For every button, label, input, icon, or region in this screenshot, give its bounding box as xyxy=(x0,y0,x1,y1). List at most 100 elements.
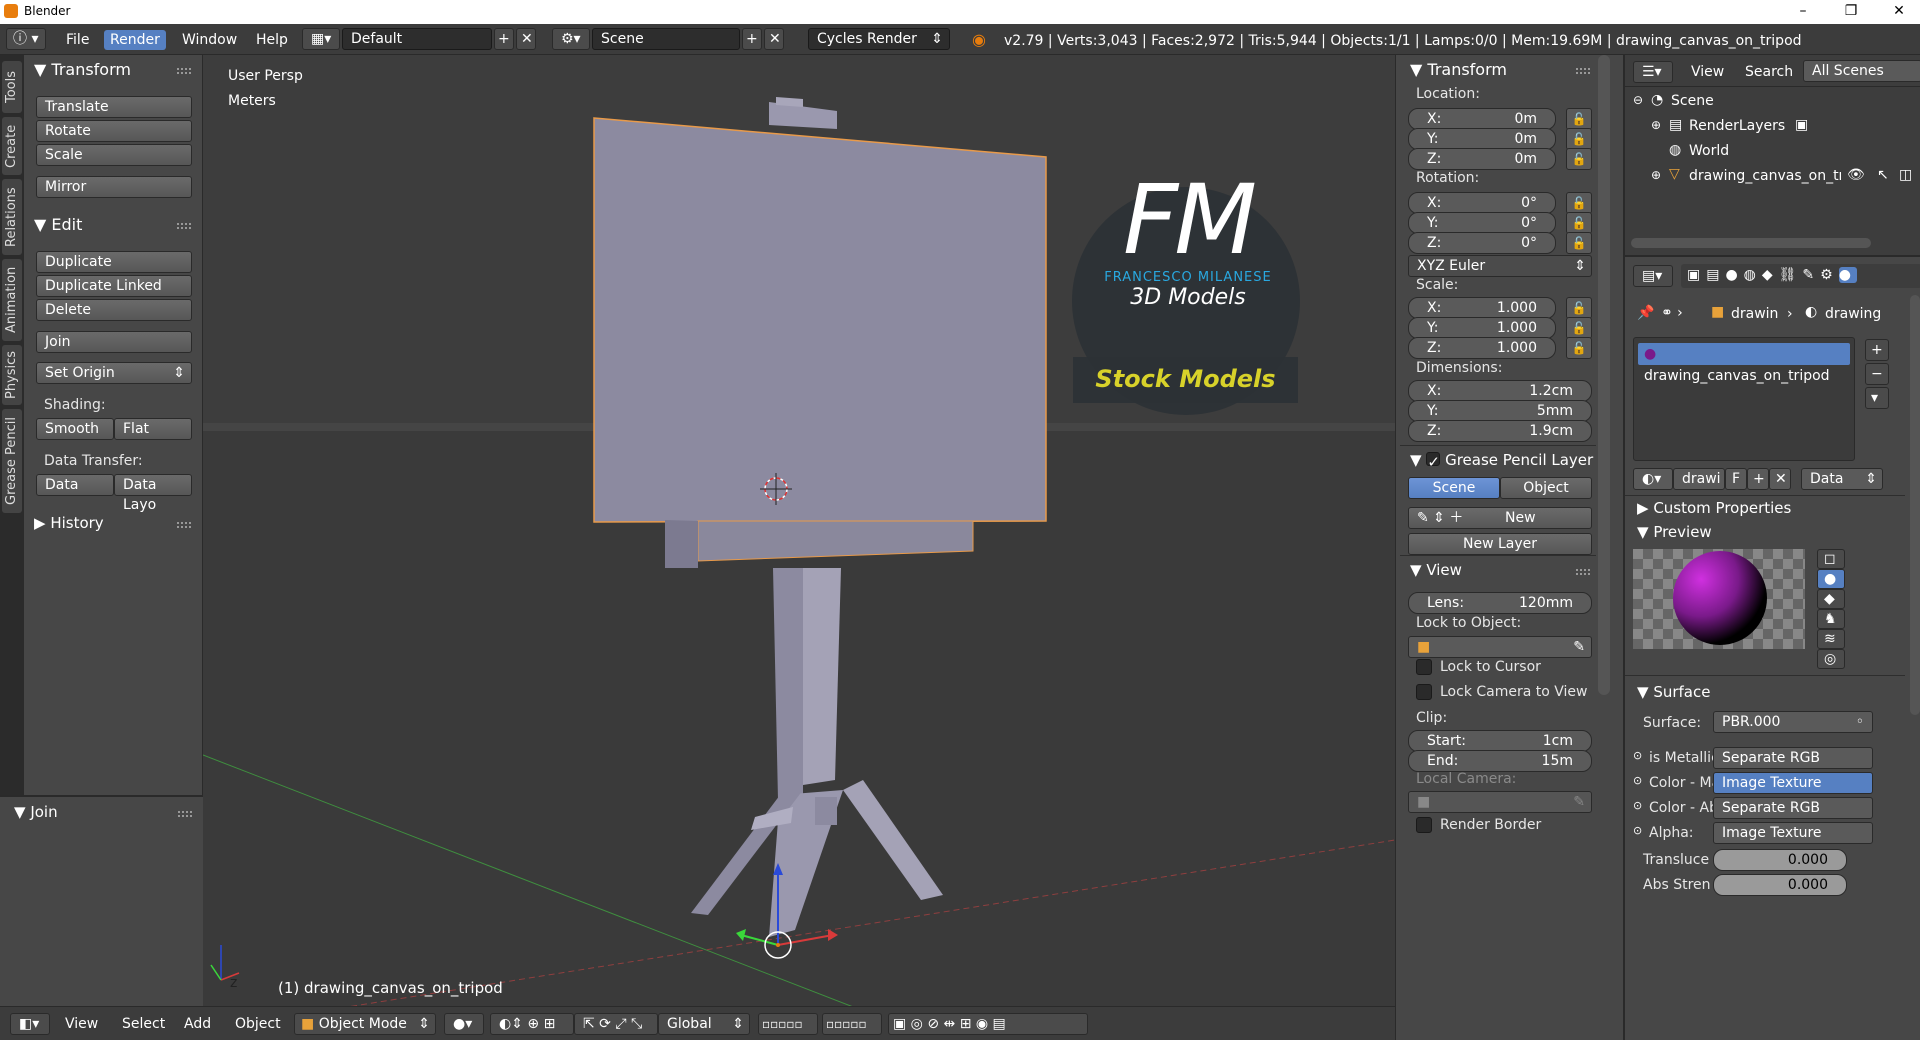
properties-scrollbar[interactable] xyxy=(1910,295,1920,715)
editor-type-info-icon[interactable]: ⓘ ▾ xyxy=(6,28,46,50)
lock-icon[interactable]: 🔓 xyxy=(1566,317,1592,339)
outliner-item-renderlayers[interactable]: RenderLayers xyxy=(1689,118,1785,134)
minimize-button[interactable]: – xyxy=(1780,0,1826,24)
breadcrumb-material[interactable]: drawing xyxy=(1825,306,1881,322)
lens-field[interactable]: Lens: 120mm xyxy=(1408,592,1592,614)
menu-view[interactable]: View xyxy=(65,1016,98,1032)
add-slot-button[interactable]: + xyxy=(1865,339,1889,361)
outliner-view-menu[interactable]: View xyxy=(1691,64,1724,80)
scale-x-field[interactable]: X: 1.000 xyxy=(1408,297,1556,319)
layers-grid-2[interactable]: ▫▫▫▫▫ xyxy=(822,1013,882,1035)
gp-new-layer-button[interactable]: New Layer xyxy=(1408,533,1592,555)
gp-new-button[interactable]: ✎ ⇕ ＋ New xyxy=(1408,507,1592,529)
drag-grip-icon[interactable] xyxy=(177,223,191,229)
layout-selector[interactable]: Default xyxy=(342,28,492,50)
breadcrumb-object[interactable]: drawin xyxy=(1731,306,1778,322)
layout-grid-icon[interactable]: ▦▾ xyxy=(302,28,340,50)
dimension-y-field[interactable]: Y: 5mm xyxy=(1408,400,1592,422)
menu-object[interactable]: Object xyxy=(235,1016,281,1032)
preview-header[interactable]: ▼ Preview xyxy=(1637,523,1712,541)
gp-scene-tab[interactable]: Scene xyxy=(1408,477,1500,499)
rotation-z-field[interactable]: Z: 0° xyxy=(1408,232,1556,254)
renderlayer-toggle-icon[interactable]: ▣ xyxy=(1795,117,1808,133)
lock-icon[interactable]: 🔓 xyxy=(1566,337,1592,359)
surface-header[interactable]: ▼ Surface xyxy=(1637,683,1710,701)
scale-z-field[interactable]: Z: 1.000 xyxy=(1408,337,1556,359)
close-button[interactable]: ✕ xyxy=(1876,0,1920,24)
orientation-select[interactable]: Global ⇕ xyxy=(658,1013,750,1035)
expand-icon[interactable]: ⊕ xyxy=(1651,118,1661,132)
cursor-select-icon[interactable]: ↖ xyxy=(1877,167,1889,183)
expand-icon[interactable]: ⊖ xyxy=(1633,93,1643,107)
viewport-shading-icon[interactable]: ●▾ xyxy=(444,1013,484,1035)
maximize-button[interactable]: ❐ xyxy=(1828,0,1874,24)
remove-slot-button[interactable]: − xyxy=(1865,363,1889,385)
drag-grip-icon[interactable] xyxy=(1576,68,1590,74)
set-origin-select[interactable]: Set Origin ⇕ xyxy=(36,362,192,384)
input-metallic-select[interactable]: Separate RGB xyxy=(1713,747,1873,769)
menu-render[interactable]: Render xyxy=(104,30,166,50)
pin-icon[interactable]: 📌 xyxy=(1637,305,1654,321)
properties-editor-icon[interactable]: ▤▾ xyxy=(1633,265,1673,287)
outliner-item-object[interactable]: drawing_canvas_on_tri xyxy=(1689,168,1841,184)
tab-create[interactable]: Create xyxy=(2,117,22,175)
transform-header[interactable]: ▼ Transform xyxy=(1410,60,1507,79)
material-name-field[interactable]: drawi xyxy=(1673,468,1725,490)
lock-icon[interactable]: 🔓 xyxy=(1566,148,1592,170)
location-y-field[interactable]: Y: 0m xyxy=(1408,128,1556,150)
sidebar-scrollbar[interactable] xyxy=(1598,55,1610,695)
transform-panel-header[interactable]: ▼ Transform xyxy=(34,60,131,79)
material-slots-list[interactable]: ● drawing_canvas_on_tripod xyxy=(1633,337,1855,461)
preview-monkey-icon[interactable]: ♞ xyxy=(1817,609,1845,629)
new-material-button[interactable]: + xyxy=(1747,468,1769,490)
rotation-y-field[interactable]: Y: 0° xyxy=(1408,212,1556,234)
pivot-and-snap-icons[interactable]: ◐⇕ ⊕ ⊞ xyxy=(490,1013,574,1035)
lock-object-field[interactable]: ■ ✎ xyxy=(1408,636,1592,658)
history-panel-header[interactable]: ▶ History xyxy=(34,514,104,532)
tab-physics[interactable]: Physics xyxy=(2,345,22,405)
join-button[interactable]: Join xyxy=(36,331,192,353)
input-alpha-select[interactable]: Image Texture xyxy=(1713,822,1873,844)
preview-sphere-icon[interactable]: ● xyxy=(1817,569,1845,589)
lock-icon[interactable]: 🔓 xyxy=(1566,108,1592,130)
outliner-display-mode[interactable]: All Scenes xyxy=(1803,60,1920,82)
mirror-button[interactable]: Mirror xyxy=(36,176,192,198)
translucency-slider[interactable]: 0.000 xyxy=(1713,849,1847,871)
tab-animation[interactable]: Animation xyxy=(2,259,22,341)
lock-camera-checkbox[interactable] xyxy=(1416,684,1432,700)
scene-selector[interactable]: Scene xyxy=(592,28,740,50)
snap-and-render-icons[interactable]: ▣ ◎ ⊘ ⇹ ⊞ ◉ ▤ xyxy=(888,1013,1088,1035)
rotation-x-field[interactable]: X: 0° xyxy=(1408,192,1556,214)
add-layout-button[interactable]: + xyxy=(494,28,514,50)
outliner-item-scene[interactable]: Scene xyxy=(1671,93,1714,109)
render-engine-select[interactable]: Cycles Render ⇕ xyxy=(808,28,950,50)
preview-flat-icon[interactable]: ◻ xyxy=(1817,549,1845,569)
preview-hair-icon[interactable]: ≋ xyxy=(1817,629,1845,649)
scene-icon[interactable]: ⚙▾ xyxy=(552,28,590,50)
outliner-search-menu[interactable]: Search xyxy=(1745,64,1793,80)
material-browse-icon[interactable]: ◐▾ xyxy=(1633,468,1673,490)
scale-button[interactable]: Scale xyxy=(36,144,192,166)
location-x-field[interactable]: X: 0m xyxy=(1408,108,1556,130)
layers-grid-1[interactable]: ▫▫▫▫▫ xyxy=(758,1013,818,1035)
menu-select[interactable]: Select xyxy=(122,1016,165,1032)
duplicate-button[interactable]: Duplicate xyxy=(36,251,192,273)
scale-y-field[interactable]: Y: 1.000 xyxy=(1408,317,1556,339)
custom-properties-header[interactable]: ▶ Custom Properties xyxy=(1637,499,1791,517)
material-slot-item[interactable]: ● drawing_canvas_on_tripod xyxy=(1638,343,1850,384)
preview-sky-icon[interactable]: ◎ xyxy=(1817,649,1845,669)
camera-render-icon[interactable]: ◫ xyxy=(1899,167,1912,183)
eye-icon[interactable]: 👁 xyxy=(1847,167,1865,183)
dimension-z-field[interactable]: Z: 1.9cm xyxy=(1408,420,1592,442)
gp-object-tab[interactable]: Object xyxy=(1500,477,1592,499)
render-border-checkbox[interactable] xyxy=(1416,817,1432,833)
lock-cursor-checkbox[interactable] xyxy=(1416,659,1432,675)
remove-layout-button[interactable]: ✕ xyxy=(516,28,536,50)
location-z-field[interactable]: Z: 0m xyxy=(1408,148,1556,170)
input-color-ma-select[interactable]: Image Texture xyxy=(1713,772,1873,794)
remove-scene-button[interactable]: ✕ xyxy=(764,28,784,50)
mode-select[interactable]: ■ Object Mode ⇕ xyxy=(294,1013,436,1035)
rotate-button[interactable]: Rotate xyxy=(36,120,192,142)
data-layout-button[interactable]: Data Layo xyxy=(114,474,192,513)
material-link-select[interactable]: Data ⇕ xyxy=(1801,468,1883,490)
